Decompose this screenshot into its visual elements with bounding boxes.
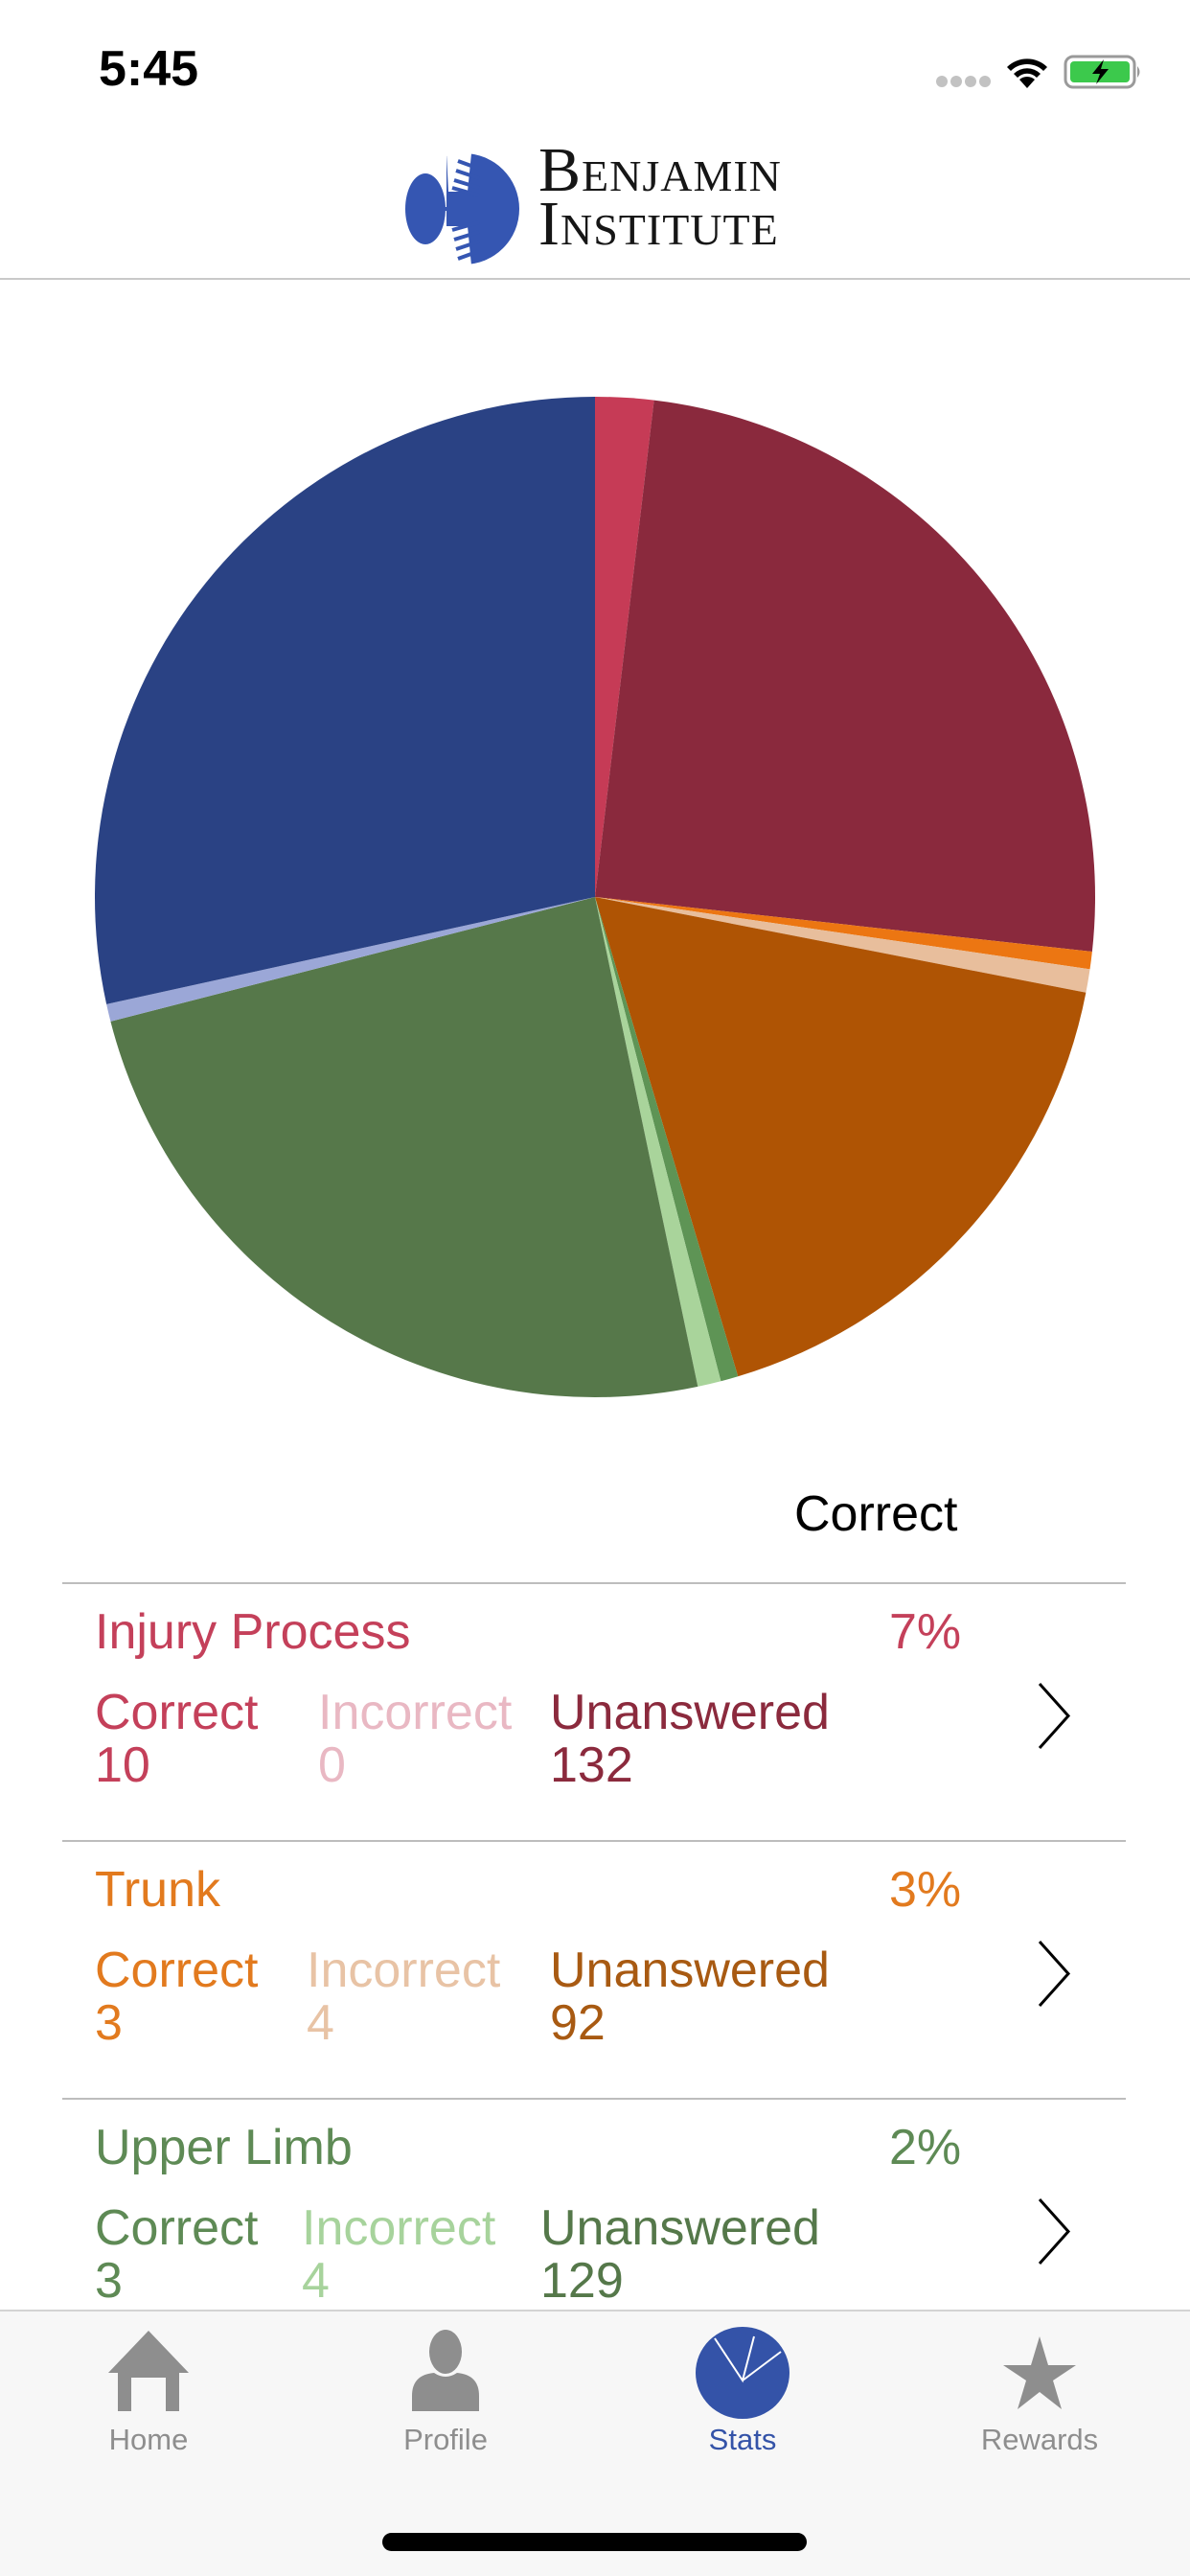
wifi-icon — [1007, 58, 1047, 88]
correct-count: 10 — [95, 1737, 150, 1793]
incorrect-count: 0 — [318, 1737, 346, 1793]
unanswered-count: 129 — [540, 2253, 624, 2309]
tab-label: Rewards — [980, 2423, 1099, 2456]
pie-slice-unlabeled-unanswered — [94, 397, 596, 1004]
correct-label: Correct — [95, 1943, 259, 1998]
star-icon — [1003, 2336, 1076, 2409]
category-percent: 2% — [889, 2120, 962, 2175]
unanswered-count: 132 — [550, 1737, 633, 1793]
unanswered-label: Unanswered — [550, 1943, 830, 1998]
chevron-right-icon[interactable] — [1036, 1681, 1072, 1751]
correct-label: Correct — [95, 1685, 259, 1740]
logo-line-2: Institute — [538, 189, 779, 259]
cellular-signal-icon — [936, 76, 991, 87]
pie-slices — [94, 397, 1096, 1398]
chart-caption: Correct — [794, 1486, 958, 1542]
unanswered-count: 92 — [550, 1995, 606, 2051]
tab-home[interactable]: Home — [0, 2312, 297, 2474]
unanswered-label: Unanswered — [550, 1685, 830, 1740]
correct-label: Correct — [95, 2200, 259, 2256]
category-row-injury-process[interactable]: Injury Process 7% Correct 10 Incorrect 0… — [62, 1582, 1126, 1840]
correct-count: 3 — [95, 1995, 123, 2051]
pie-chart-icon — [696, 2327, 790, 2419]
chevron-right-icon[interactable] — [1036, 2196, 1072, 2266]
tab-stats[interactable]: Stats — [594, 2312, 891, 2474]
category-title: Upper Limb — [95, 2120, 353, 2175]
battery-charging-icon — [1064, 55, 1140, 89]
status-time: 5:45 — [99, 41, 199, 97]
unanswered-label: Unanswered — [540, 2200, 820, 2256]
tab-rewards[interactable]: Rewards — [891, 2312, 1188, 2474]
chevron-right-icon[interactable] — [1036, 1939, 1072, 2009]
tab-profile[interactable]: Profile — [297, 2312, 594, 2474]
benjamin-institute-logo-icon — [405, 153, 519, 265]
stats-pie-chart — [94, 397, 1096, 1398]
home-indicator[interactable] — [382, 2533, 807, 2551]
tab-label: Stats — [708, 2423, 777, 2456]
category-percent: 7% — [889, 1604, 962, 1660]
tab-label: Home — [108, 2423, 189, 2456]
logo-wordmark: Benjamin Institute — [538, 139, 782, 259]
correct-count: 3 — [95, 2253, 123, 2309]
home-icon — [108, 2331, 189, 2411]
incorrect-count: 4 — [307, 1995, 334, 2051]
incorrect-count: 4 — [302, 2253, 330, 2309]
category-stats-list[interactable]: Injury Process 7% Correct 10 Incorrect 0… — [62, 1582, 1126, 2356]
category-row-trunk[interactable]: Trunk 3% Correct 3 Incorrect 4 Unanswere… — [62, 1840, 1126, 2098]
incorrect-label: Incorrect — [307, 1943, 501, 1998]
category-percent: 3% — [889, 1862, 962, 1918]
category-title: Trunk — [95, 1862, 220, 1918]
incorrect-label: Incorrect — [318, 1685, 513, 1740]
incorrect-label: Incorrect — [302, 2200, 496, 2256]
pie-slice-injury-process-unanswered — [595, 400, 1096, 953]
person-icon — [412, 2330, 479, 2411]
category-title: Injury Process — [95, 1604, 411, 1660]
tab-label: Profile — [403, 2423, 488, 2456]
